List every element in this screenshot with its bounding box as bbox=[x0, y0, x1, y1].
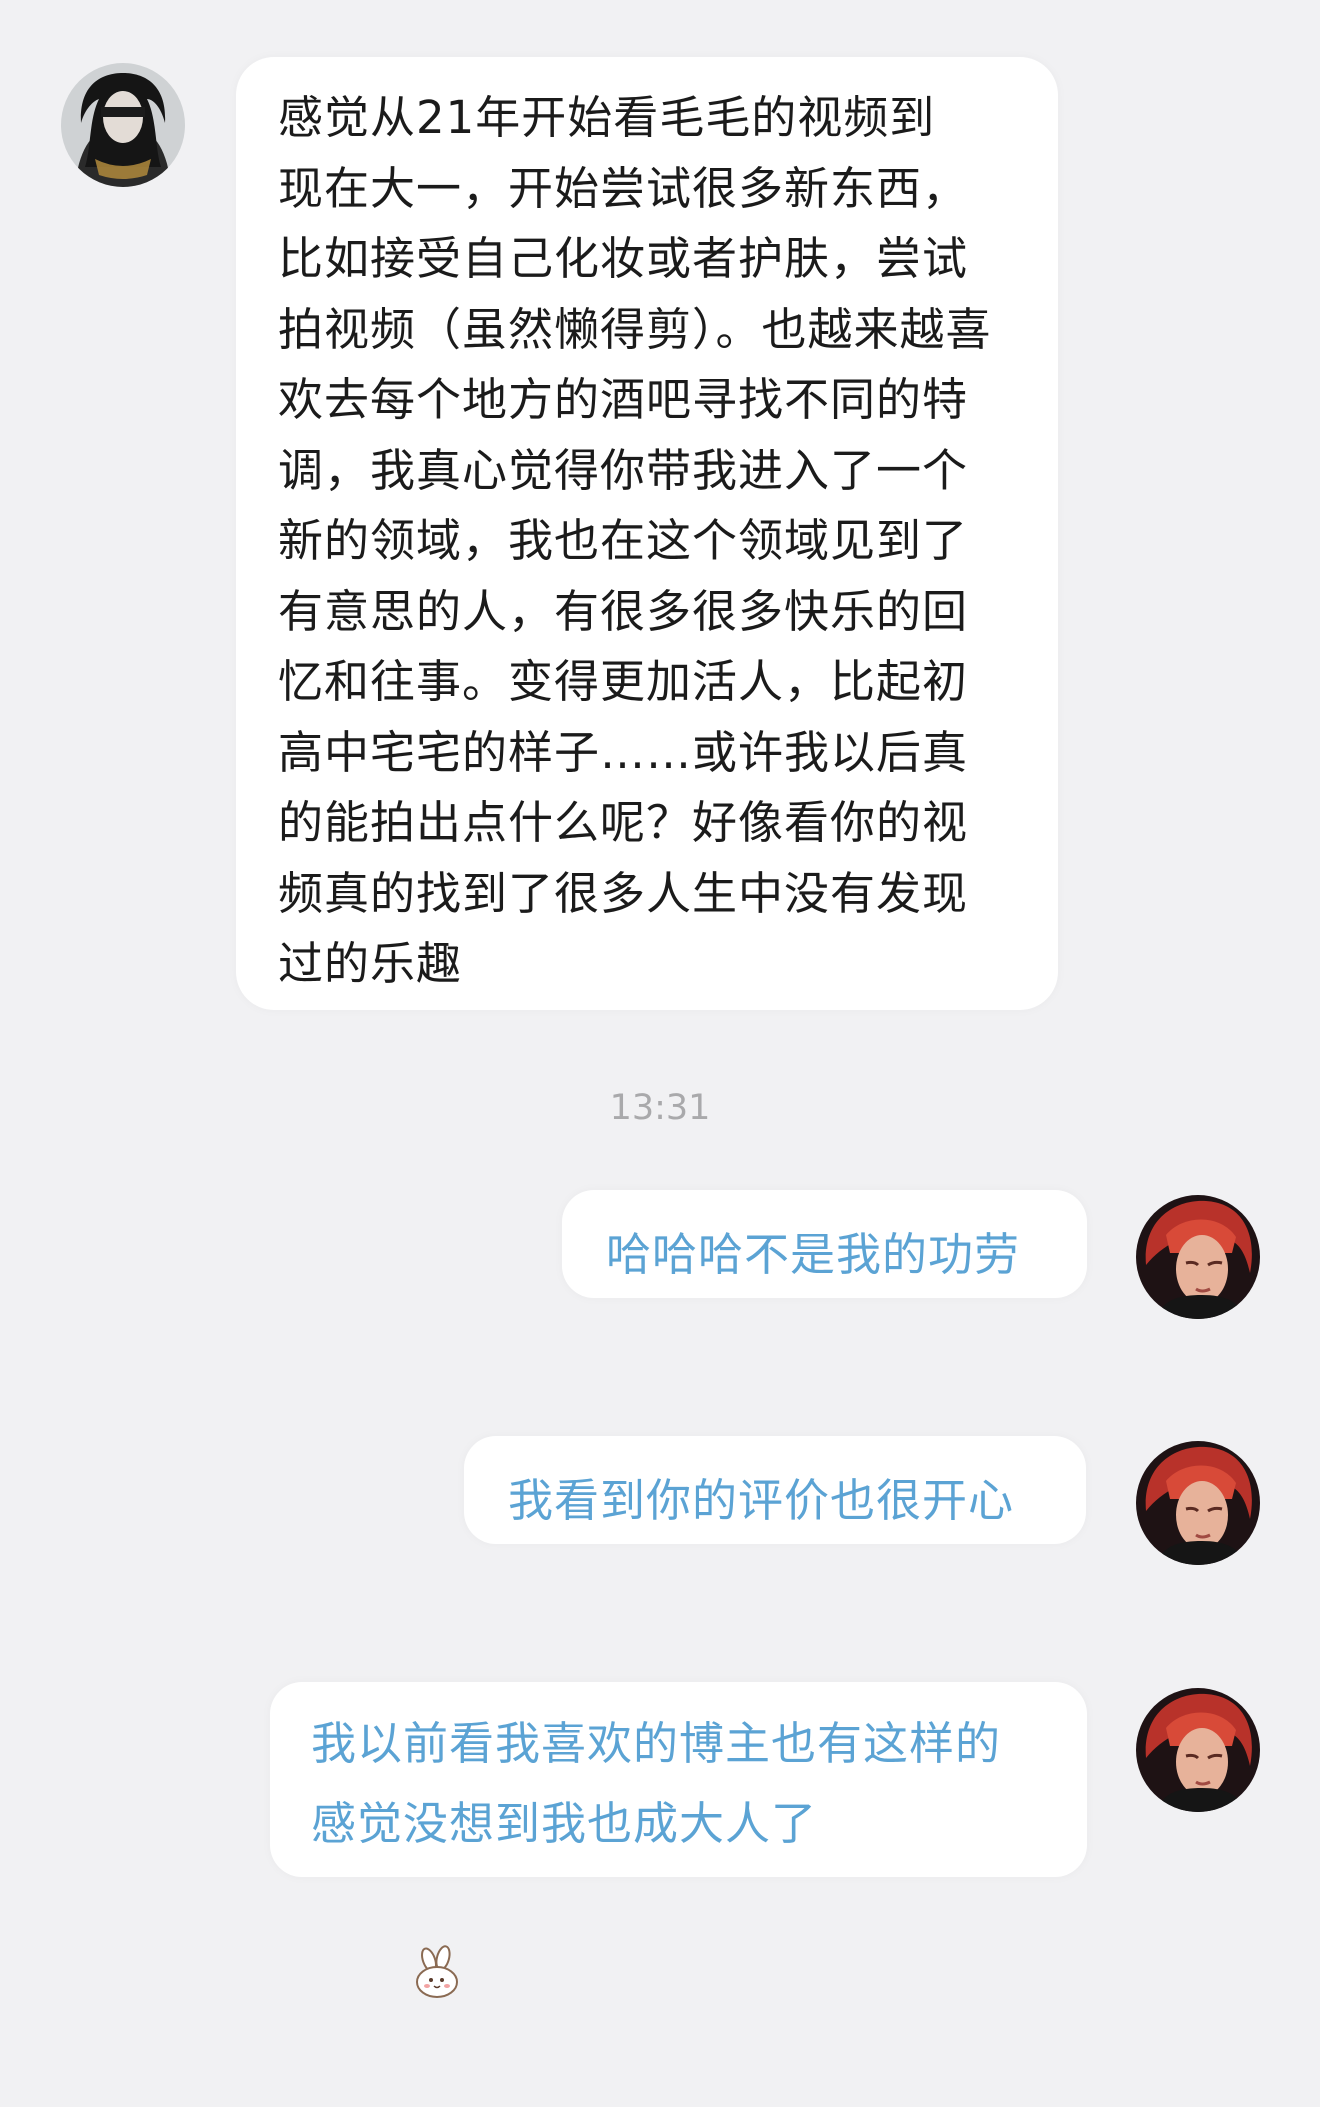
message-line: 我看到你的评价也很开心 bbox=[508, 1474, 1015, 1527]
message-line-with-sticker: 感觉没想到我也成大人了 bbox=[311, 1784, 1087, 1998]
message-line: 欢去每个地方的酒吧寻找不同的特 bbox=[278, 373, 969, 426]
bunny-sticker-icon bbox=[315, 1864, 458, 1998]
message-line: 频真的找到了很多人生中没有发现 bbox=[278, 866, 969, 920]
outgoing-message-bubble[interactable]: 我看到你的评价也很开心 bbox=[464, 1436, 1086, 1544]
message-line: 感觉没想到我也成大人了 bbox=[311, 1797, 818, 1850]
outgoing-message-bubble[interactable]: 哈哈哈不是我的功劳 bbox=[562, 1190, 1087, 1298]
message-line: 调，我真心觉得你带我进入了一个 bbox=[278, 443, 969, 497]
user-avatar-icon[interactable] bbox=[1136, 1441, 1260, 1565]
message-line: 忆和往事。变得更加活人，比起初 bbox=[278, 655, 969, 708]
incoming-message-bubble[interactable]: 感觉从21年开始看毛毛的视频到 现在大一，开始尝试很多新东西， 比如接受自己化妆… bbox=[236, 57, 1058, 1010]
message-line: 高中宅宅的样子……或许我以后真 bbox=[278, 725, 969, 779]
message-line: 过的乐趣 bbox=[278, 937, 463, 990]
message-line: 拍视频（虽然懒得剪）。也越来越喜 bbox=[278, 302, 992, 356]
contact-avatar-icon[interactable] bbox=[61, 63, 185, 187]
message-line: 比如接受自己化妆或者护肤，尝试 bbox=[278, 232, 969, 285]
outgoing-message-bubble[interactable]: 我以前看我喜欢的博主也有这样的 感觉没想到我也成大人了 bbox=[270, 1682, 1087, 1998]
message-line: 新的领域，我也在这个领域见到了 bbox=[278, 514, 969, 567]
user-avatar-icon[interactable] bbox=[1136, 1195, 1260, 1319]
message-line: 现在大一，开始尝试很多新东西， bbox=[278, 161, 969, 215]
message-line: 有意思的人，有很多很多快乐的回 bbox=[278, 584, 969, 638]
message-timestamp: 13:31 bbox=[609, 1088, 711, 1128]
message-line: 我以前看我喜欢的博主也有这样的 bbox=[311, 1717, 1002, 1770]
message-line: 感觉从21年开始看毛毛的视频到 bbox=[278, 91, 936, 144]
user-avatar-icon[interactable] bbox=[1136, 1688, 1260, 1812]
message-line: 哈哈哈不是我的功劳 bbox=[606, 1228, 1021, 1281]
message-line: 的能拍出点什么呢？好像看你的视 bbox=[278, 796, 969, 849]
